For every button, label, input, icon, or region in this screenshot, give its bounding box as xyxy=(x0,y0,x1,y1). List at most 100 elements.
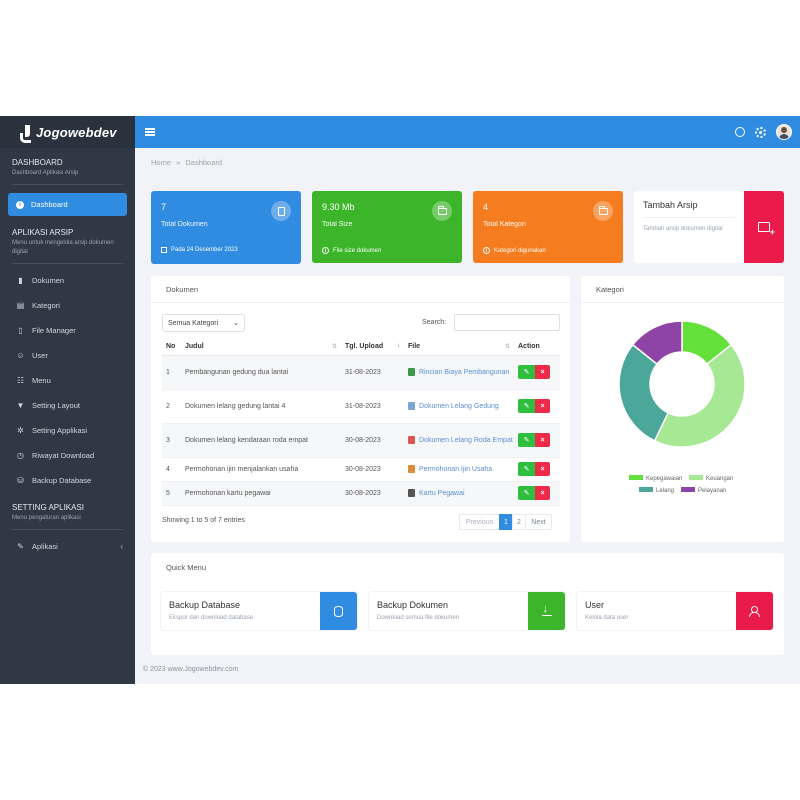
legend-swatch xyxy=(629,475,643,480)
edit-button[interactable]: ✎ xyxy=(518,462,535,476)
delete-button[interactable]: × xyxy=(535,365,550,379)
sidebar-item-user[interactable]: ☺ User xyxy=(0,343,135,368)
sidebar-item-menu[interactable]: ☷ Menu xyxy=(0,368,135,393)
legend-swatch xyxy=(639,487,653,492)
column-header-tgl-upload[interactable]: Tgl. Upload ↓ xyxy=(341,338,404,356)
settings-gear-icon[interactable] xyxy=(755,126,766,138)
column-header-no[interactable]: No xyxy=(162,338,181,356)
stat-value: 9.30 Mb xyxy=(322,202,355,212)
legend-item-pelayanan[interactable]: Pelayanan xyxy=(681,487,726,494)
stat-card-total-kategori[interactable]: 4 Total Kategori i Kategori digunakan xyxy=(473,191,623,263)
stat-label: Total Size xyxy=(322,221,353,228)
sidebar-item-kategori[interactable]: ▤ Kategori xyxy=(0,293,135,318)
pagination-previous[interactable]: Previous xyxy=(459,514,500,530)
hamburger-menu-icon[interactable] xyxy=(145,128,155,136)
sidebar-item-aplikasi[interactable]: ✎ Aplikasi ‹ xyxy=(0,534,135,559)
delete-button[interactable]: × xyxy=(535,399,550,413)
file-link[interactable]: Dokumen Lelang Roda Empat xyxy=(408,435,514,446)
sidebar-item-backup-database[interactable]: ⛁ Backup Database xyxy=(0,468,135,493)
stat-footer: Pada 24 Desember 2023 xyxy=(161,247,238,253)
quick-menu-panel: Quick Menu Backup Database Ekspor dan do… xyxy=(151,553,784,655)
sidebar-item-label: Menu xyxy=(32,376,51,385)
user-button[interactable] xyxy=(736,592,773,630)
table-row: 1 Pembangunan gedung dua lantai 31-08-20… xyxy=(162,355,560,390)
cell-no: 5 xyxy=(162,481,181,506)
legend-swatch xyxy=(689,475,703,480)
database-icon: ⛁ xyxy=(17,476,24,485)
sidebar-item-riwayat-download[interactable]: ◷ Riwayat Download xyxy=(0,443,135,468)
kategori-filter-select[interactable]: Semua Kategori ⌄ xyxy=(162,314,245,332)
backup-dokumen-button[interactable] xyxy=(528,592,565,630)
edit-button[interactable]: ✎ xyxy=(518,433,535,447)
pagination-page-1[interactable]: 1 xyxy=(499,514,513,530)
user-avatar[interactable] xyxy=(776,124,792,140)
brand-logo[interactable]: Jogowebdev xyxy=(0,116,135,148)
edit-button[interactable]: ✎ xyxy=(518,399,535,413)
sidebar-item-dashboard[interactable]: i Dashboard xyxy=(8,193,127,216)
stat-card-total-dokumen[interactable]: 7 Total Dokumen Pada 24 Desember 2023 xyxy=(151,191,301,264)
column-header-file[interactable]: File ⇅ xyxy=(404,338,514,356)
table-row: 2 Dokumen lelang gedung lantai 4 31-08-2… xyxy=(162,389,560,424)
column-header-judul[interactable]: Judul ⇅ xyxy=(181,338,341,356)
cell-judul: Dokumen lelang gedung lantai 4 xyxy=(181,389,341,424)
stat-card-total-size[interactable]: 9.30 Mb Total Size i File size dokumen xyxy=(312,191,462,263)
quick-user: User Kelola data user xyxy=(577,592,773,630)
stat-footer-text: File size dokumen xyxy=(333,247,382,254)
section-title-setting: SETTING APLIKASI xyxy=(12,503,85,512)
panel-title: Kategori xyxy=(581,276,784,303)
quick-desc: Download semua file dokumen xyxy=(377,615,460,621)
panel-title: Dokumen xyxy=(151,276,570,303)
wrench-icon: ✎ xyxy=(17,542,24,551)
stat-value: 4 xyxy=(483,202,489,212)
sidebar-item-label: File Manager xyxy=(32,326,76,335)
quick-backup-dokumen: Backup Dokumen Download semua file dokum… xyxy=(369,592,565,630)
edit-button[interactable]: ✎ xyxy=(518,365,535,379)
sidebar-item-label: Setting Applikasi xyxy=(32,426,88,435)
file-link[interactable]: Rincian Biaya Pembangunan xyxy=(408,367,514,378)
tambah-arsip-card: Tambah Arsip Tambah arsip dokumen digita… xyxy=(634,191,784,263)
table-row: 4 Permohonan ijin menjalankan usaha 30-0… xyxy=(162,457,560,482)
sort-icon: ⇅ xyxy=(504,344,510,350)
image-file-icon xyxy=(408,464,415,473)
delete-button[interactable]: × xyxy=(535,433,550,447)
download-icon xyxy=(541,603,552,616)
column-header-action: Action xyxy=(514,338,560,356)
delete-button[interactable]: × xyxy=(535,486,550,500)
sidebar-item-setting-applikasi[interactable]: ✲ Setting Applikasi xyxy=(0,418,135,443)
stat-footer-text: Kategori digunakan xyxy=(494,247,546,254)
section-title-arsip: APLIKASI ARSIP xyxy=(12,228,74,237)
stat-footer: i File size dokumen xyxy=(322,247,381,254)
breadcrumb-home[interactable]: Home xyxy=(151,158,171,167)
legend-item-kepegawaian[interactable]: Kepegawaian xyxy=(629,475,682,482)
file-link[interactable]: Dokumen Lelang Gedung xyxy=(408,401,514,412)
sidebar-item-setting-layout[interactable]: ▼ Setting Layout xyxy=(0,393,135,418)
tambah-arsip-button[interactable] xyxy=(744,191,784,263)
info-icon: i xyxy=(322,247,329,254)
legend-item-keuangan[interactable]: Keuangan xyxy=(689,475,733,482)
edit-button[interactable]: ✎ xyxy=(518,486,535,500)
stat-footer: i Kategori digunakan xyxy=(483,247,546,254)
menu-icon: ☷ xyxy=(16,376,25,385)
legend-item-lelang[interactable]: Lelang xyxy=(639,487,674,494)
file-link[interactable]: Permohonan Ijin Usaha xyxy=(408,464,514,475)
section-subtitle-dashboard: Dashboard Aplikasi Arsip xyxy=(12,170,79,176)
sidebar-item-label: Riwayat Download xyxy=(32,451,95,460)
backup-database-button[interactable] xyxy=(320,592,357,630)
pagination-next[interactable]: Next xyxy=(525,514,552,530)
file-link[interactable]: Kartu Pegawai xyxy=(408,488,514,499)
kategori-panel: Kategori Kepegawaian Keuangan Lelang Pelaya… xyxy=(581,276,784,542)
sidebar-item-label: Backup Database xyxy=(32,476,92,485)
breadcrumb-separator: » xyxy=(176,158,181,167)
sidebar-item-label: Dokumen xyxy=(32,276,65,285)
section-subtitle-setting: Menu pengaturan aplikasi xyxy=(12,515,81,521)
theme-toggle-icon[interactable] xyxy=(735,127,745,137)
delete-button[interactable]: × xyxy=(535,462,550,476)
sidebar-item-file-manager[interactable]: ▯ File Manager xyxy=(0,318,135,343)
word-file-icon xyxy=(408,401,415,410)
donut-slice-keuangan[interactable] xyxy=(653,343,746,448)
sidebar-item-label: User xyxy=(32,351,48,360)
pagination-page-2[interactable]: 2 xyxy=(512,514,526,530)
search-input[interactable] xyxy=(454,314,560,331)
cell-judul: Dokumen lelang kendaraan roda empat xyxy=(181,423,341,458)
sidebar-item-dokumen[interactable]: ▮ Dokumen xyxy=(0,268,135,293)
